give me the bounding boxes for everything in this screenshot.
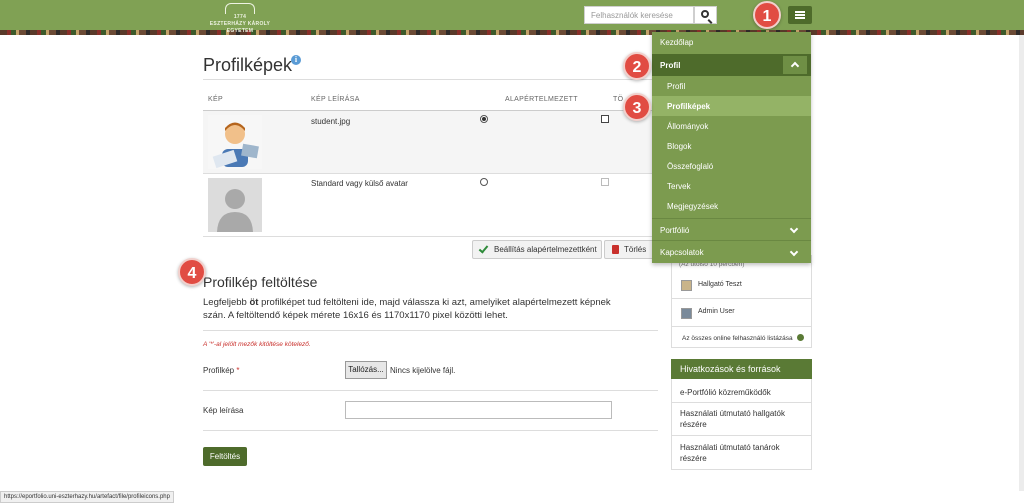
upload-submit-button[interactable]: Feltöltés xyxy=(203,447,247,466)
panel-divider xyxy=(672,435,811,436)
nav-home-label: Kezdőlap xyxy=(660,38,694,47)
form-divider-2 xyxy=(203,430,658,431)
nav-sub-profile[interactable]: Profil xyxy=(652,76,811,96)
university-logo[interactable]: 1774 ESZTERHÁZY KÁROLY EGYETEM xyxy=(205,3,275,34)
online-user-2[interactable]: Admin User xyxy=(698,306,823,317)
nav-portfolio-label: Portfólió xyxy=(660,226,690,235)
hamburger-icon-line xyxy=(795,14,805,16)
nav-item-home[interactable]: Kezdőlap xyxy=(652,32,811,54)
upload-desc-pre: Legfeljebb xyxy=(203,297,250,308)
nav-sub-blogs[interactable]: Blogok xyxy=(652,136,811,156)
nav-sub-label: Tervek xyxy=(667,182,691,191)
col-header-delete: TÖ xyxy=(613,96,624,103)
search-icon xyxy=(701,10,709,18)
decorative-stripe xyxy=(0,30,1024,35)
nav-item-portfolio[interactable]: Portfólió xyxy=(652,218,811,240)
search-button[interactable] xyxy=(694,6,717,24)
annotation-badge-3: 3 xyxy=(623,93,651,121)
nav-sub-files[interactable]: Állományok xyxy=(652,116,811,136)
logo-name: ESZTERHÁZY KÁROLY EGYETEM xyxy=(209,21,271,34)
panel-divider xyxy=(672,326,811,327)
row-2-delete-checkbox xyxy=(601,178,609,186)
all-online-users-link[interactable]: Az összes online felhasználó listázása xyxy=(682,333,802,344)
nav-item-contacts[interactable]: Kapcsolatok xyxy=(652,240,811,263)
col-header-default: ALAPÉRTELMEZETT xyxy=(505,96,578,103)
nav-sub-label: Blogok xyxy=(667,142,692,151)
scrollbar-track[interactable] xyxy=(1019,35,1024,491)
links-panel-title: Hivatkozások és források xyxy=(671,359,812,379)
form-divider xyxy=(203,390,658,391)
nav-sub-plans[interactable]: Tervek xyxy=(652,176,811,196)
panel-divider xyxy=(672,298,811,299)
panel-divider xyxy=(672,402,811,403)
chevron-down-icon xyxy=(789,247,799,257)
nav-sub-summary[interactable]: Összefoglaló xyxy=(652,156,811,176)
upload-description: Legfeljebb öt profilképet tud feltölteni… xyxy=(203,296,633,322)
nav-item-profile-section[interactable]: Profil xyxy=(652,54,811,76)
upload-section-title: Profilkép feltöltése xyxy=(203,274,318,290)
nav-sub-comments[interactable]: Megjegyzések xyxy=(652,196,811,218)
col-header-image: KÉP xyxy=(208,96,223,103)
chevron-down-icon xyxy=(789,224,799,234)
row-1-delete-checkbox[interactable] xyxy=(601,115,609,123)
caption-input[interactable] xyxy=(345,401,612,419)
hamburger-icon xyxy=(795,11,805,13)
menu-toggle-button[interactable] xyxy=(788,6,812,24)
delete-label: Törlés xyxy=(624,245,647,254)
row-1-description: student.jpg xyxy=(311,117,351,126)
logo-year: 1774 xyxy=(233,14,247,20)
table-row xyxy=(203,111,658,173)
col-header-description: KÉP LEÍRÁSA xyxy=(311,96,360,103)
row-2-default-radio[interactable] xyxy=(480,178,488,186)
link-teacher-guide[interactable]: Használati útmutató tanárok részére xyxy=(680,442,805,464)
delete-button[interactable]: Törlés xyxy=(604,240,654,259)
set-default-button[interactable]: Beállítás alapértelmezettként xyxy=(472,240,602,259)
user-avatar xyxy=(681,280,692,291)
profile-image-label: Profilkép * xyxy=(203,366,239,375)
trash-icon xyxy=(612,245,619,254)
check-icon xyxy=(478,243,489,254)
table-bottom-divider xyxy=(203,236,658,237)
user-avatar xyxy=(681,308,692,319)
caption-label: Kép leírása xyxy=(203,406,244,415)
user-search-input[interactable] xyxy=(584,6,694,24)
top-header xyxy=(0,0,1024,30)
nav-sub-label: Megjegyzések xyxy=(667,202,719,211)
status-bar-url: https://eportfolio.uni-eszterhazy.hu/art… xyxy=(0,491,174,503)
link-student-guide[interactable]: Használati útmutató hallgatók részére xyxy=(680,408,805,430)
nav-profile-label: Profil xyxy=(660,61,681,70)
required-star: * xyxy=(236,366,240,375)
annotation-badge-2: 2 xyxy=(623,52,651,80)
required-note: A '*'-al jelölt mezők kitöltése kötelező… xyxy=(203,341,311,348)
nav-sub-label: Összefoglaló xyxy=(667,162,714,171)
annotation-badge-1: 1 xyxy=(753,1,781,29)
hamburger-icon-line xyxy=(795,17,805,19)
logo-emblem xyxy=(225,3,255,14)
title-divider xyxy=(203,79,658,80)
nav-contacts-label: Kapcsolatok xyxy=(660,248,704,257)
page-title: Profilképek xyxy=(203,55,293,75)
nav-sub-profile-images[interactable]: Profilképek xyxy=(652,96,811,116)
online-user-1[interactable]: Hallgató Teszt xyxy=(698,279,823,290)
default-avatar-image xyxy=(208,178,262,232)
main-nav-dropdown: Kezdőlap Profil Profil Profilképek Állom… xyxy=(652,32,811,263)
upload-desc-post: profilképet tud feltölteni ide, majd vál… xyxy=(203,297,611,321)
annotation-badge-4: 4 xyxy=(178,258,206,286)
nav-sub-label: Profilképek xyxy=(667,102,711,111)
nav-sub-label: Profil xyxy=(667,82,686,91)
no-file-text: Nincs kijelölve fájl. xyxy=(390,366,456,375)
link-contributors[interactable]: e-Portfólió közreműködők xyxy=(680,387,805,398)
set-default-label: Beállítás alapértelmezettként xyxy=(494,245,597,254)
row-1-default-radio[interactable] xyxy=(480,115,488,123)
arrow-right-icon xyxy=(797,334,804,341)
upload-divider xyxy=(203,330,658,331)
nav-sub-label: Állományok xyxy=(667,122,709,131)
browse-button[interactable]: Tallózás... xyxy=(345,361,387,379)
row-2-description: Standard vagy külső avatar xyxy=(311,179,408,188)
profile-image-label-text: Profilkép xyxy=(203,366,235,375)
row-divider xyxy=(203,173,658,174)
student-avatar-image xyxy=(208,115,262,169)
info-icon[interactable]: i xyxy=(291,55,301,65)
